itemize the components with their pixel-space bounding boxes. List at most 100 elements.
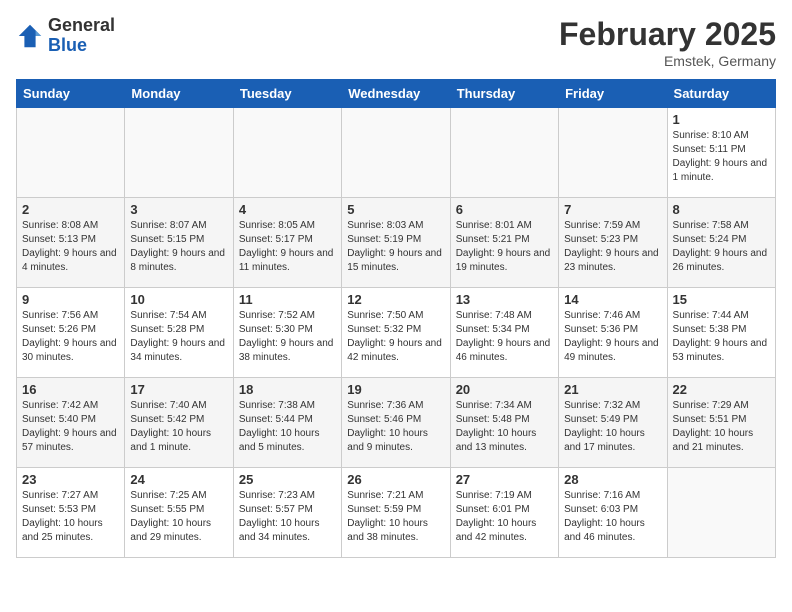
weekday-header-tuesday: Tuesday (233, 80, 341, 108)
day-info: Sunrise: 7:38 AM Sunset: 5:44 PM Dayligh… (239, 399, 336, 455)
calendar-cell: 1 Sunrise: 8:10 AM Sunset: 5:11 PM Daylig… (667, 108, 775, 198)
calendar-cell: 17 Sunrise: 7:40 AM Sunset: 5:42 PM Dayli… (125, 378, 233, 468)
weekday-header-thursday: Thursday (450, 80, 558, 108)
day-number: 26 (347, 472, 444, 487)
calendar-cell: 28Sunrise: 7:16 AM Sunset: 6:03 PM Dayli… (559, 468, 667, 558)
calendar-cell: 11Sunrise: 7:52 AM Sunset: 5:30 PM Dayli… (233, 288, 341, 378)
title-block: February 2025 Emstek, Germany (559, 16, 776, 69)
day-number: 22 (673, 382, 770, 397)
day-info: Sunrise: 7:52 AM Sunset: 5:30 PM Dayligh… (239, 309, 336, 365)
location-subtitle: Emstek, Germany (559, 53, 776, 69)
day-number: 13 (456, 292, 553, 307)
calendar-week-3: 9 Sunrise: 7:56 AM Sunset: 5:26 PM Daylig… (17, 288, 776, 378)
calendar-cell: 2 Sunrise: 8:08 AM Sunset: 5:13 PM Daylig… (17, 198, 125, 288)
day-number: 4 (239, 202, 336, 217)
calendar-cell: 9 Sunrise: 7:56 AM Sunset: 5:26 PM Daylig… (17, 288, 125, 378)
day-number: 16 (22, 382, 119, 397)
calendar-cell: 23 Sunrise: 7:27 AM Sunset: 5:53 PM Dayli… (17, 468, 125, 558)
calendar-cell (125, 108, 233, 198)
calendar-cell: 24 Sunrise: 7:25 AM Sunset: 5:55 PM Dayli… (125, 468, 233, 558)
calendar-cell: 25 Sunrise: 7:23 AM Sunset: 5:57 PM Dayli… (233, 468, 341, 558)
day-info: Sunrise: 7:27 AM Sunset: 5:53 PM Dayligh… (22, 489, 119, 545)
day-info: Sunrise: 7:36 AM Sunset: 5:46 PM Dayligh… (347, 399, 444, 455)
day-info: Sunrise: 7:23 AM Sunset: 5:57 PM Dayligh… (239, 489, 336, 545)
day-number: 2 (22, 202, 119, 217)
calendar-cell (342, 108, 450, 198)
day-number: 8 (673, 202, 770, 217)
calendar-cell: 8Sunrise: 7:58 AM Sunset: 5:24 PM Daylig… (667, 198, 775, 288)
day-info: Sunrise: 8:05 AM Sunset: 5:17 PM Dayligh… (239, 219, 336, 275)
calendar-cell: 13 Sunrise: 7:48 AM Sunset: 5:34 PM Dayli… (450, 288, 558, 378)
calendar-week-1: 1 Sunrise: 8:10 AM Sunset: 5:11 PM Daylig… (17, 108, 776, 198)
day-info: Sunrise: 7:21 AM Sunset: 5:59 PM Dayligh… (347, 489, 444, 545)
day-number: 19 (347, 382, 444, 397)
day-number: 5 (347, 202, 444, 217)
calendar-cell: 21 Sunrise: 7:32 AM Sunset: 5:49 PM Dayli… (559, 378, 667, 468)
day-number: 20 (456, 382, 553, 397)
day-info: Sunrise: 7:50 AM Sunset: 5:32 PM Dayligh… (347, 309, 444, 365)
day-number: 21 (564, 382, 661, 397)
day-info: Sunrise: 7:25 AM Sunset: 5:55 PM Dayligh… (130, 489, 227, 545)
calendar-cell: 6 Sunrise: 8:01 AM Sunset: 5:21 PM Daylig… (450, 198, 558, 288)
day-number: 25 (239, 472, 336, 487)
day-number: 3 (130, 202, 227, 217)
calendar-week-5: 23 Sunrise: 7:27 AM Sunset: 5:53 PM Dayli… (17, 468, 776, 558)
day-number: 23 (22, 472, 119, 487)
day-info: Sunrise: 7:59 AM Sunset: 5:23 PM Dayligh… (564, 219, 661, 275)
calendar-cell: 19 Sunrise: 7:36 AM Sunset: 5:46 PM Dayli… (342, 378, 450, 468)
day-info: Sunrise: 7:32 AM Sunset: 5:49 PM Dayligh… (564, 399, 661, 455)
month-title: February 2025 (559, 16, 776, 53)
calendar-cell: 26 Sunrise: 7:21 AM Sunset: 5:59 PM Dayli… (342, 468, 450, 558)
logo: General Blue (16, 16, 115, 56)
day-number: 7 (564, 202, 661, 217)
calendar-week-4: 16 Sunrise: 7:42 AM Sunset: 5:40 PM Dayli… (17, 378, 776, 468)
day-info: Sunrise: 7:19 AM Sunset: 6:01 PM Dayligh… (456, 489, 553, 545)
logo-text: General Blue (48, 16, 115, 56)
logo-icon (16, 22, 44, 50)
day-number: 24 (130, 472, 227, 487)
calendar-cell: 4 Sunrise: 8:05 AM Sunset: 5:17 PM Daylig… (233, 198, 341, 288)
calendar-cell: 20 Sunrise: 7:34 AM Sunset: 5:48 PM Dayli… (450, 378, 558, 468)
calendar-cell (559, 108, 667, 198)
calendar-cell (17, 108, 125, 198)
calendar-cell: 5 Sunrise: 8:03 AM Sunset: 5:19 PM Daylig… (342, 198, 450, 288)
weekday-header-sunday: Sunday (17, 80, 125, 108)
day-info: Sunrise: 8:10 AM Sunset: 5:11 PM Dayligh… (673, 129, 770, 185)
day-info: Sunrise: 7:56 AM Sunset: 5:26 PM Dayligh… (22, 309, 119, 365)
day-info: Sunrise: 7:46 AM Sunset: 5:36 PM Dayligh… (564, 309, 661, 365)
day-info: Sunrise: 8:08 AM Sunset: 5:13 PM Dayligh… (22, 219, 119, 275)
day-info: Sunrise: 8:03 AM Sunset: 5:19 PM Dayligh… (347, 219, 444, 275)
day-number: 17 (130, 382, 227, 397)
day-info: Sunrise: 7:54 AM Sunset: 5:28 PM Dayligh… (130, 309, 227, 365)
day-info: Sunrise: 7:42 AM Sunset: 5:40 PM Dayligh… (22, 399, 119, 455)
day-info: Sunrise: 7:34 AM Sunset: 5:48 PM Dayligh… (456, 399, 553, 455)
calendar-cell: 12Sunrise: 7:50 AM Sunset: 5:32 PM Dayli… (342, 288, 450, 378)
calendar-cell (233, 108, 341, 198)
calendar-cell: 10Sunrise: 7:54 AM Sunset: 5:28 PM Dayli… (125, 288, 233, 378)
day-info: Sunrise: 7:40 AM Sunset: 5:42 PM Dayligh… (130, 399, 227, 455)
day-number: 14 (564, 292, 661, 307)
day-info: Sunrise: 7:48 AM Sunset: 5:34 PM Dayligh… (456, 309, 553, 365)
calendar-cell: 15 Sunrise: 7:44 AM Sunset: 5:38 PM Dayli… (667, 288, 775, 378)
weekday-header-monday: Monday (125, 80, 233, 108)
calendar-table: SundayMondayTuesdayWednesdayThursdayFrid… (16, 79, 776, 558)
day-number: 6 (456, 202, 553, 217)
calendar-cell: 18Sunrise: 7:38 AM Sunset: 5:44 PM Dayli… (233, 378, 341, 468)
day-number: 15 (673, 292, 770, 307)
day-number: 28 (564, 472, 661, 487)
day-info: Sunrise: 7:29 AM Sunset: 5:51 PM Dayligh… (673, 399, 770, 455)
day-info: Sunrise: 8:01 AM Sunset: 5:21 PM Dayligh… (456, 219, 553, 275)
calendar-cell (667, 468, 775, 558)
calendar-header: SundayMondayTuesdayWednesdayThursdayFrid… (17, 80, 776, 108)
weekday-header-wednesday: Wednesday (342, 80, 450, 108)
weekday-header-saturday: Saturday (667, 80, 775, 108)
day-info: Sunrise: 7:44 AM Sunset: 5:38 PM Dayligh… (673, 309, 770, 365)
day-number: 1 (673, 112, 770, 127)
calendar-cell: 3Sunrise: 8:07 AM Sunset: 5:15 PM Daylig… (125, 198, 233, 288)
calendar-cell: 14 Sunrise: 7:46 AM Sunset: 5:36 PM Dayli… (559, 288, 667, 378)
calendar-cell: 27Sunrise: 7:19 AM Sunset: 6:01 PM Dayli… (450, 468, 558, 558)
calendar-cell: 7 Sunrise: 7:59 AM Sunset: 5:23 PM Daylig… (559, 198, 667, 288)
day-number: 9 (22, 292, 119, 307)
calendar-body: 1 Sunrise: 8:10 AM Sunset: 5:11 PM Daylig… (17, 108, 776, 558)
calendar-week-2: 2 Sunrise: 8:08 AM Sunset: 5:13 PM Daylig… (17, 198, 776, 288)
